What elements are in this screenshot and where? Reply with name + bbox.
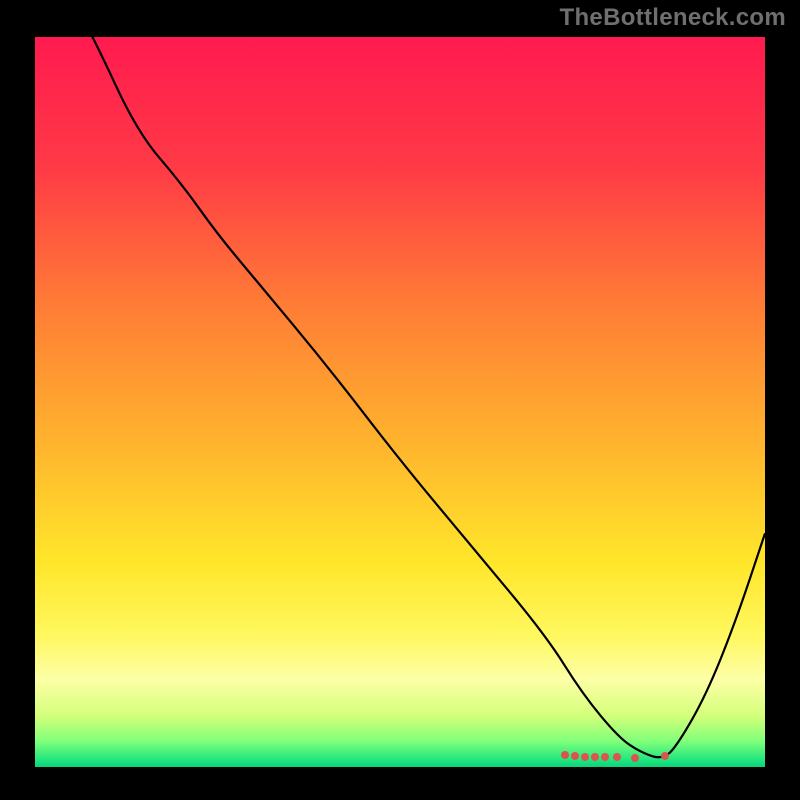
- optimal-dot: [601, 753, 609, 761]
- chart-container: TheBottleneck.com: [0, 0, 800, 800]
- plot-area: [35, 37, 765, 767]
- optimal-dot: [591, 753, 599, 761]
- optimal-dot: [613, 753, 621, 761]
- optimal-dot: [581, 753, 589, 761]
- optimal-dot: [661, 752, 669, 760]
- watermark-text: TheBottleneck.com: [560, 4, 786, 32]
- optimal-dot: [571, 752, 579, 760]
- bottleneck-curve: [35, 37, 765, 767]
- optimal-dot: [631, 754, 639, 762]
- optimal-dot: [561, 751, 569, 759]
